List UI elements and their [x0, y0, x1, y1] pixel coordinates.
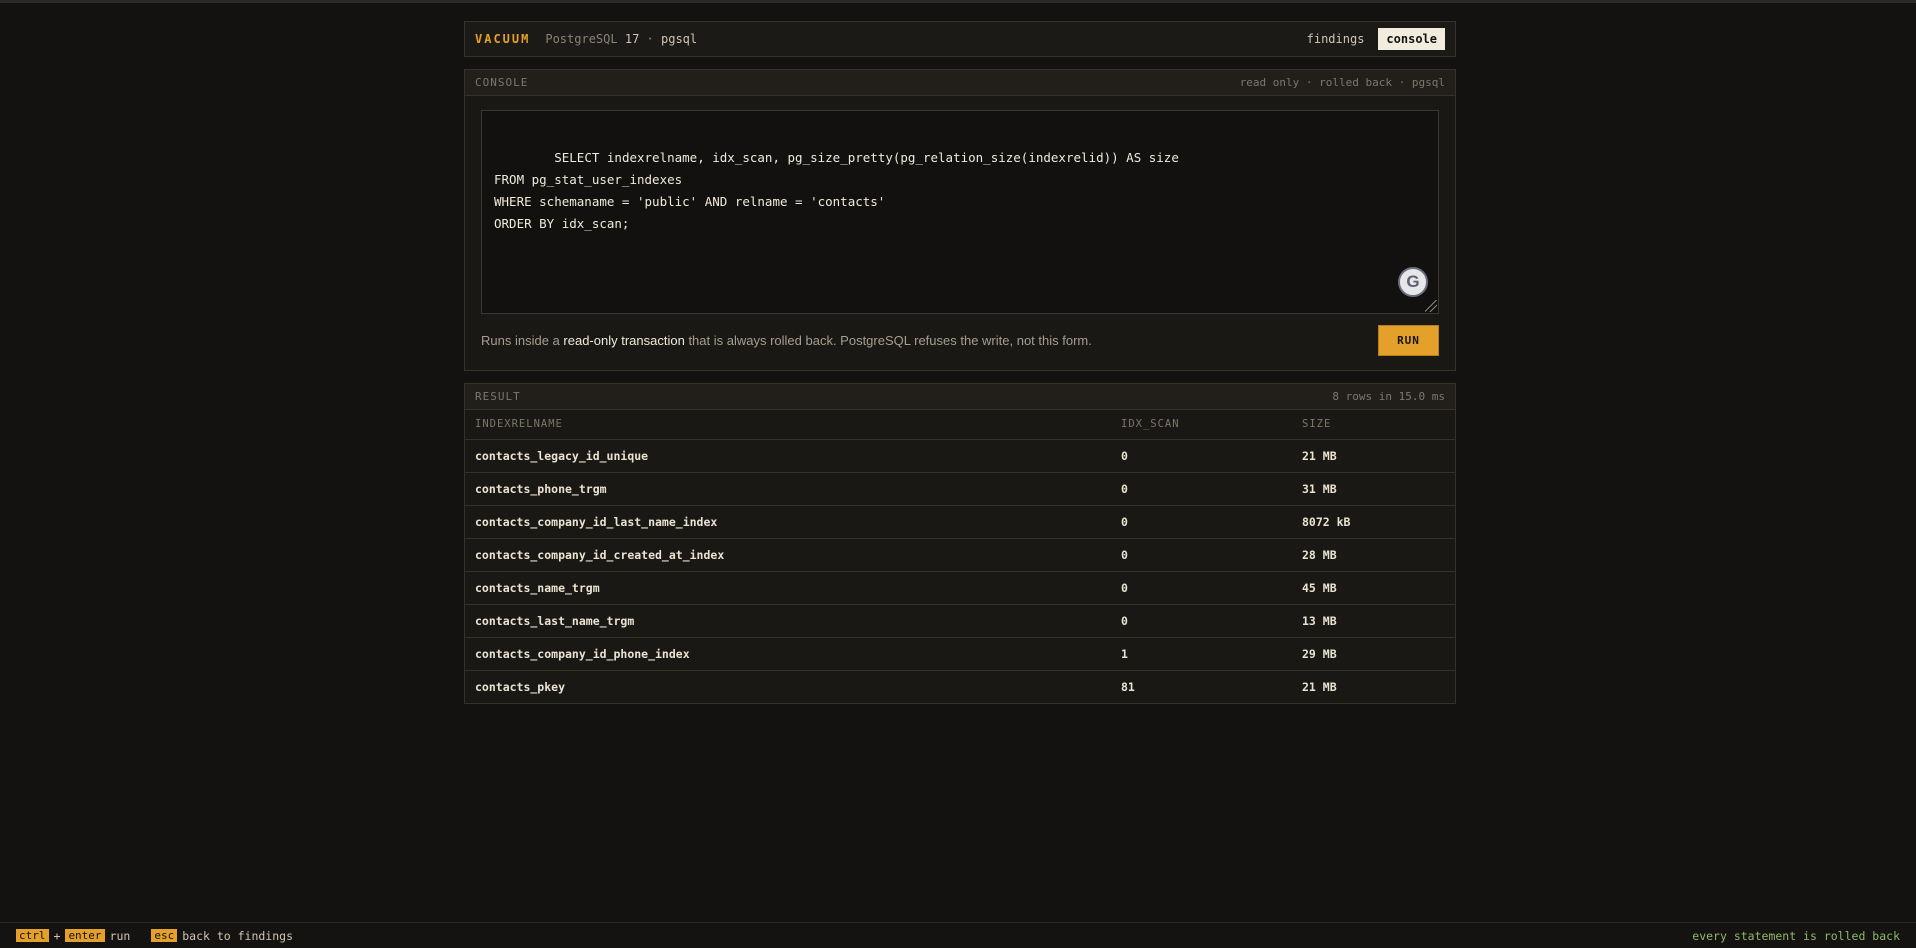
result-panel-header: RESULT 8 rows in 15.0 ms [465, 384, 1455, 410]
db-engine: PostgreSQL [545, 32, 618, 46]
console-meta: read only · rolled back · pgsql [1239, 76, 1445, 89]
cell-indexrelname: contacts_last_name_trgm [465, 604, 1111, 638]
cell-indexrelname: contacts_pkey [475, 679, 566, 694]
note-suffix: that is always rolled back. PostgreSQL r… [688, 332, 1092, 348]
result-title: RESULT [475, 390, 521, 403]
cell-idx-scan: 81 [1121, 679, 1135, 694]
cell-idx-scan: 0 [1111, 538, 1292, 572]
dialect-label: pgsql [661, 32, 698, 46]
cell-idx-scan: 0 [1111, 505, 1292, 539]
cell-indexrelname: contacts_name_trgm [465, 571, 1111, 605]
cell-size: 21 MB [1292, 439, 1455, 473]
table-row: contacts_phone_trgm 0 31 MB [465, 472, 1455, 506]
cell-indexrelname: contacts_legacy_id_unique [465, 439, 1111, 473]
result-meta: 8 rows in 15.0 ms [1332, 390, 1445, 403]
table-row: contacts_name_trgm 0 45 MB [465, 571, 1455, 605]
rollback-status: every statement is rolled back [1692, 928, 1900, 943]
top-border [0, 0, 1916, 3]
run-row: Runs inside a read-only transaction that… [481, 324, 1439, 356]
console-title: CONSOLE [475, 76, 529, 89]
column-header-indexrelname: INDEXRELNAME [465, 410, 1111, 440]
table-row: contacts_pkey 81 21 MB [465, 670, 1455, 703]
column-header-idx-scan: IDX_SCAN [1111, 410, 1292, 440]
run-hint-text: run [109, 928, 131, 943]
console-panel: CONSOLE read only · rolled back · pgsql … [464, 69, 1456, 371]
table-row: contacts_company_id_phone_index 1 29 MB [465, 637, 1455, 671]
cell-indexrelname: contacts_company_id_last_name_index [465, 505, 1111, 539]
db-version: 17 [624, 32, 640, 46]
nav-console-button[interactable]: console [1378, 28, 1445, 50]
cell-size: 29 MB [1292, 637, 1455, 671]
table-row: contacts_company_id_created_at_index 0 2… [465, 538, 1455, 572]
cell-size: 31 MB [1292, 472, 1455, 506]
cell-size: 21 MB [1302, 679, 1337, 694]
sql-query-text[interactable]: SELECT indexrelname, idx_scan, pg_size_p… [494, 150, 1179, 231]
ctrl-key-hint: ctrl [16, 929, 49, 942]
esc-key-hint: esc [151, 929, 178, 942]
cell-size: 8072 kB [1292, 505, 1455, 539]
table-row: contacts_legacy_id_unique 0 21 MB [465, 439, 1455, 473]
cell-indexrelname: contacts_company_id_phone_index [465, 637, 1111, 671]
cell-size: 45 MB [1292, 571, 1455, 605]
footer-bar: ctrl + enter run esc back to findings ev… [0, 922, 1916, 948]
app-container: VACUUM PostgreSQL 17 · pgsql findings co… [464, 21, 1456, 704]
back-hint-text: back to findings [182, 928, 293, 943]
table-row: contacts_last_name_trgm 0 13 MB [465, 604, 1455, 638]
sql-editor[interactable]: SELECT indexrelname, idx_scan, pg_size_p… [481, 110, 1439, 314]
cell-idx-scan: 0 [1111, 472, 1292, 506]
nav-findings-button[interactable]: findings [1299, 28, 1373, 50]
console-panel-header: CONSOLE read only · rolled back · pgsql [465, 70, 1455, 96]
enter-key-hint: enter [65, 929, 105, 942]
cell-idx-scan: 0 [1111, 604, 1292, 638]
transaction-note: Runs inside a read-only transaction that… [481, 333, 1092, 348]
brand-logo: VACUUM [475, 32, 531, 46]
separator-dot: · [646, 32, 654, 46]
db-version-info: PostgreSQL 17 · pgsql [545, 32, 697, 46]
cell-indexrelname: contacts_phone_trgm [465, 472, 1111, 506]
note-prefix: Runs inside a [481, 332, 560, 348]
console-body: SELECT indexrelname, idx_scan, pg_size_p… [465, 96, 1455, 370]
app-header: VACUUM PostgreSQL 17 · pgsql findings co… [464, 21, 1456, 57]
note-highlight: read-only transaction [563, 332, 685, 348]
grammarly-icon[interactable]: G [1398, 267, 1428, 297]
cell-size: 13 MB [1292, 604, 1455, 638]
table-row: contacts_company_id_last_name_index 0 80… [465, 505, 1455, 539]
result-panel: RESULT 8 rows in 15.0 ms INDEXRELNAME ID… [464, 383, 1456, 704]
cell-indexrelname: contacts_company_id_created_at_index [465, 538, 1111, 572]
result-table: INDEXRELNAME IDX_SCAN SIZE contacts_lega… [465, 410, 1455, 703]
main-nav: findings console [1299, 28, 1445, 50]
cell-idx-scan: 0 [1111, 571, 1292, 605]
run-button[interactable]: RUN [1378, 324, 1439, 356]
cell-idx-scan: 1 [1111, 637, 1292, 671]
resize-handle-icon[interactable] [1425, 300, 1437, 312]
plus-sign: + [53, 928, 61, 943]
cell-idx-scan: 0 [1111, 439, 1292, 473]
column-header-size: SIZE [1292, 410, 1455, 440]
cell-size: 28 MB [1292, 538, 1455, 572]
table-header-row: INDEXRELNAME IDX_SCAN SIZE [465, 410, 1455, 440]
